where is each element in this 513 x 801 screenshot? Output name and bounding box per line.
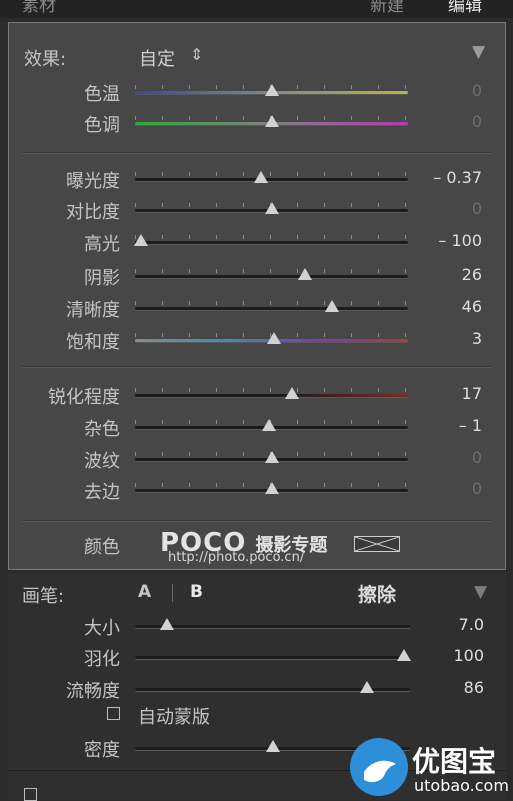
slider-value[interactable]: – 0.37	[412, 168, 482, 187]
slider-track[interactable]	[135, 625, 410, 628]
slider-value[interactable]: 100	[414, 646, 484, 665]
group-divider	[22, 366, 492, 367]
automask-label: 自动蒙版	[138, 707, 210, 728]
slider-thumb[interactable]	[261, 419, 276, 431]
slider-ticks	[135, 388, 408, 392]
slider-thumb[interactable]	[264, 202, 279, 214]
brush-tab-a[interactable]: A	[138, 582, 151, 602]
tab-divider	[172, 584, 173, 602]
bird-icon	[364, 760, 396, 783]
new-tab[interactable]: 新建	[370, 0, 404, 16]
slider-value[interactable]: 3	[412, 329, 482, 348]
utobao-logo-icon	[350, 738, 408, 796]
slider-track[interactable]	[135, 394, 408, 397]
utobao-url: utobao.com	[414, 776, 509, 795]
utobao-name: 优图宝	[412, 745, 497, 778]
slider-label: 波纹	[84, 451, 120, 472]
no-color-x-icon	[355, 537, 399, 551]
slider-thumb[interactable]	[134, 234, 148, 246]
slider-label: 羽化	[84, 649, 120, 670]
slider-thumb[interactable]	[264, 115, 279, 127]
group-divider	[22, 152, 492, 153]
slider-label: 大小	[84, 618, 120, 639]
slider-ticks	[135, 172, 408, 176]
effect-preset-select[interactable]: 自定	[139, 45, 175, 71]
edit-tab[interactable]: 编辑	[448, 0, 482, 16]
slider-value[interactable]: 46	[412, 297, 482, 316]
slider-label: 曝光度	[66, 171, 120, 192]
slider-label: 流畅度	[66, 681, 120, 702]
top-left-label[interactable]: 素材	[22, 0, 56, 16]
poco-url: http://photo.poco.cn/	[168, 550, 305, 565]
slider-value[interactable]: 0	[412, 199, 482, 218]
slider-track[interactable]	[135, 275, 408, 278]
erase-button[interactable]: 擦除	[358, 580, 396, 607]
slider-label: 去边	[84, 482, 120, 503]
slider-thumb[interactable]	[298, 268, 313, 280]
color-swatch[interactable]	[354, 536, 400, 552]
slider-thumb[interactable]	[267, 332, 282, 344]
slider-label: 高光	[84, 234, 120, 255]
automask-checkbox[interactable]	[107, 707, 120, 720]
slider-ticks	[135, 269, 408, 273]
slider-track[interactable]	[135, 241, 408, 244]
slider-track[interactable]	[135, 656, 410, 659]
slider-value[interactable]: – 1	[412, 416, 482, 435]
collapse-triangle-icon[interactable]: ▼	[472, 42, 485, 62]
brush-tab-b[interactable]: B	[190, 582, 203, 602]
slider-thumb[interactable]	[397, 649, 411, 661]
slider-value[interactable]: 0	[412, 479, 482, 498]
slider-value[interactable]: 0	[412, 112, 482, 131]
slider-value[interactable]: 0	[412, 448, 482, 467]
slider-thumb[interactable]	[264, 84, 279, 96]
slider-ticks	[135, 301, 408, 305]
slider-label: 色温	[84, 84, 120, 105]
slider-label: 色调	[84, 115, 120, 136]
color-label: 颜色	[84, 537, 120, 558]
slider-value[interactable]: 26	[412, 265, 482, 284]
slider-ticks	[135, 235, 408, 239]
slider-thumb[interactable]	[324, 300, 339, 312]
slider-label: 杂色	[84, 419, 120, 440]
slider-label: 饱和度	[66, 332, 120, 353]
brush-label: 画笔:	[22, 586, 65, 607]
slider-thumb[interactable]	[360, 681, 375, 693]
slider-thumb[interactable]	[254, 171, 269, 183]
slider-track[interactable]	[135, 307, 408, 310]
effect-label: 效果:	[24, 49, 67, 70]
top-bar: 素材 新建 编辑	[0, 0, 513, 18]
slider-thumb[interactable]	[285, 387, 300, 399]
slider-thumb[interactable]	[160, 618, 175, 630]
slider-value[interactable]: 17	[412, 384, 482, 403]
stepper-icon[interactable]: ⇕	[190, 45, 203, 64]
slider-label: 清晰度	[66, 300, 120, 321]
slider-thumb[interactable]	[264, 451, 279, 463]
slider-label: 对比度	[66, 202, 120, 223]
slider-value[interactable]: 7.0	[414, 615, 484, 634]
slider-value[interactable]: 86	[414, 678, 484, 697]
slider-label: 密度	[84, 740, 120, 761]
slider-label: 锐化程度	[48, 387, 120, 408]
slider-value[interactable]: – 100	[412, 231, 482, 250]
slider-value[interactable]: 0	[412, 81, 482, 100]
brush-collapse-icon[interactable]: ▼	[474, 582, 487, 602]
slider-thumb[interactable]	[265, 740, 280, 752]
slider-label: 阴影	[84, 268, 120, 289]
slider-track[interactable]	[135, 178, 408, 181]
group-divider	[22, 520, 492, 521]
panel-switch-checkbox[interactable]	[24, 788, 37, 801]
slider-thumb[interactable]	[264, 482, 279, 494]
